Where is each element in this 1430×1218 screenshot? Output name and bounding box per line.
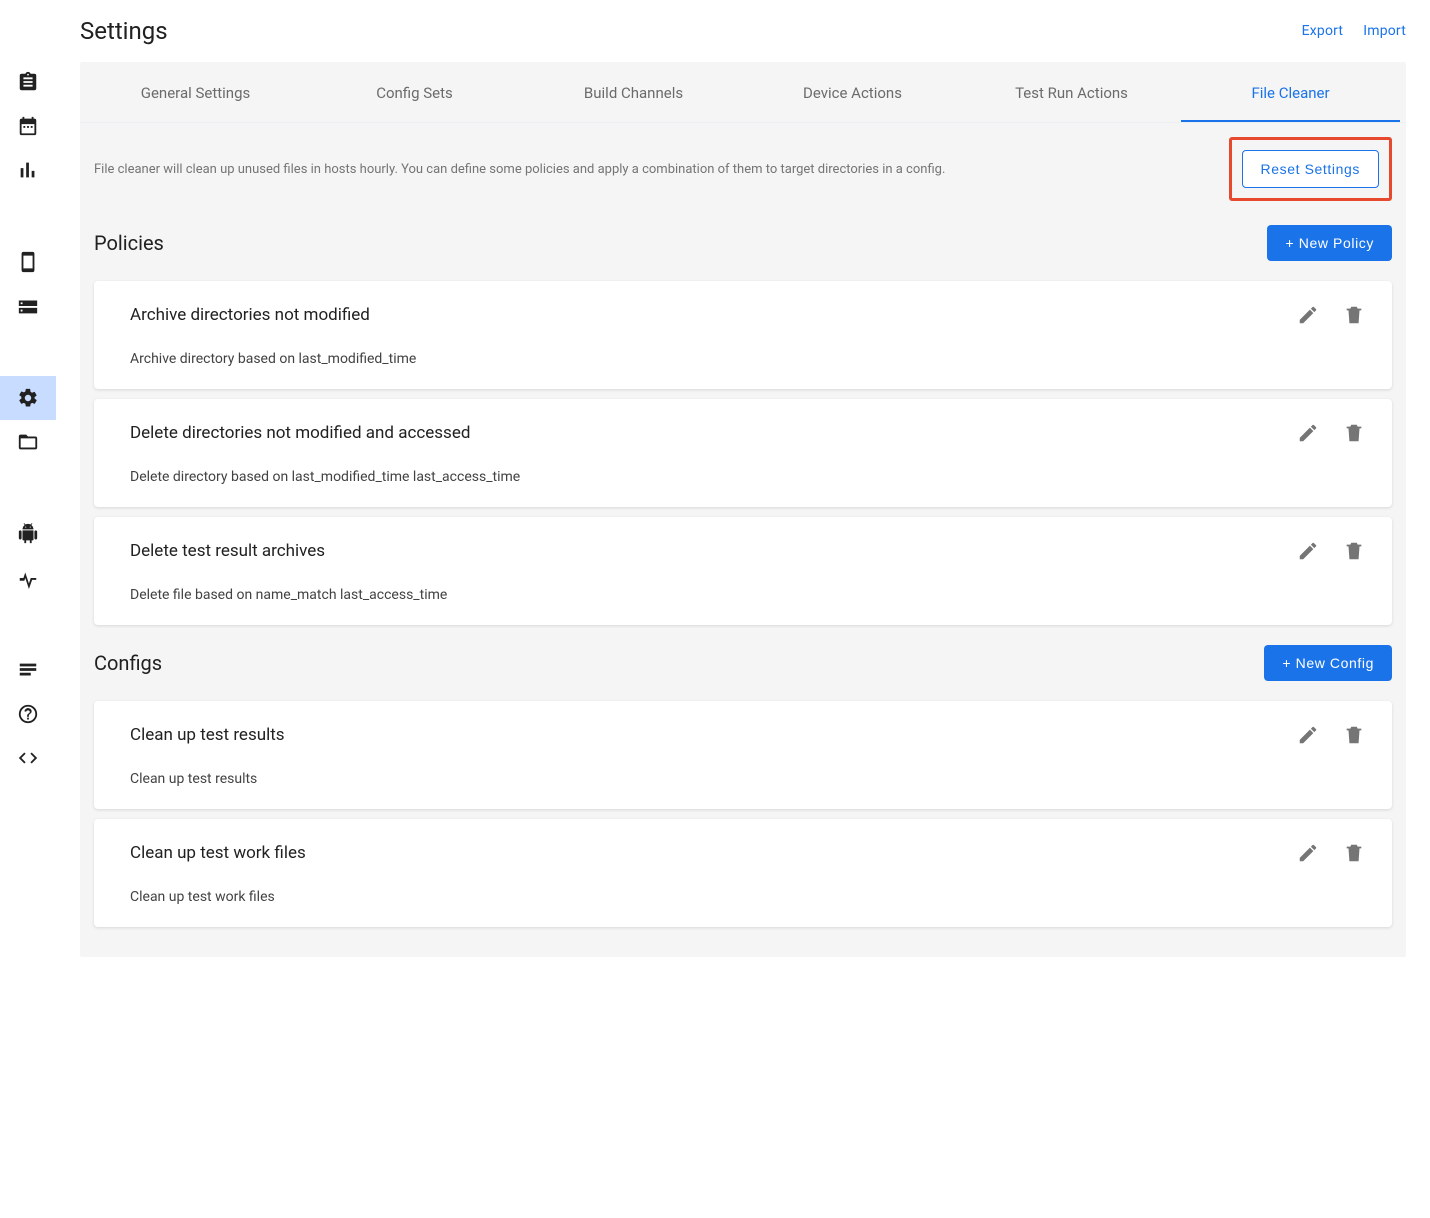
policy-card: Delete directories not modified and acce… [94,399,1392,507]
config-card: Clean up test work files Clean up test w… [94,819,1392,927]
folder-icon [17,431,39,453]
sidebar-item-phone[interactable] [0,240,56,284]
new-policy-button[interactable]: + New Policy [1267,225,1392,261]
sidebar-item-help[interactable] [0,692,56,736]
help-icon [17,703,39,725]
sidebar-item-notes[interactable] [0,648,56,692]
policy-desc: Delete file based on name_match last_acc… [130,587,1356,603]
tab-file-cleaner[interactable]: File Cleaner [1181,62,1400,122]
sidebar-spacer [0,464,56,512]
heartbeat-icon [17,567,39,589]
trash-icon [1343,304,1365,326]
tabs: General Settings Config Sets Build Chann… [80,62,1406,123]
tab-config-sets[interactable]: Config Sets [305,62,524,122]
tab-device-actions[interactable]: Device Actions [743,62,962,122]
sidebar-item-settings[interactable] [0,376,56,420]
sidebar-item-storage[interactable] [0,284,56,328]
policy-desc: Archive directory based on last_modified… [130,351,1356,367]
configs-title: Configs [94,651,1264,675]
android-icon [17,523,39,545]
content-area: General Settings Config Sets Build Chann… [80,62,1406,957]
config-title: Clean up test results [130,725,1356,745]
calendar-icon [17,115,39,137]
reset-settings-button[interactable]: Reset Settings [1242,150,1379,188]
sidebar-item-calendar[interactable] [0,104,56,148]
delete-button[interactable] [1342,539,1366,563]
policy-title: Archive directories not modified [130,305,1356,325]
sidebar-item-clipboard[interactable] [0,60,56,104]
delete-button[interactable] [1342,723,1366,747]
pencil-icon [1297,422,1319,444]
edit-button[interactable] [1296,723,1320,747]
config-card: Clean up test results Clean up test resu… [94,701,1392,809]
trash-icon [1343,842,1365,864]
import-link[interactable]: Import [1363,23,1406,39]
config-desc: Clean up test results [130,771,1356,787]
tab-build-channels[interactable]: Build Channels [524,62,743,122]
bar-chart-icon [17,159,39,181]
trash-icon [1343,422,1365,444]
page-title: Settings [80,17,168,45]
sidebar-spacer [0,600,56,648]
edit-button[interactable] [1296,841,1320,865]
config-desc: Clean up test work files [130,889,1356,905]
delete-button[interactable] [1342,841,1366,865]
policy-card: Delete test result archives Delete file … [94,517,1392,625]
policy-title: Delete test result archives [130,541,1356,561]
edit-button[interactable] [1296,539,1320,563]
sidebar-item-android[interactable] [0,512,56,556]
description: File cleaner will clean up unused files … [94,162,1229,177]
header: Settings Export Import [80,0,1406,62]
tab-general-settings[interactable]: General Settings [86,62,305,122]
policy-title: Delete directories not modified and acce… [130,423,1356,443]
policy-desc: Delete directory based on last_modified_… [130,469,1356,485]
config-title: Clean up test work files [130,843,1356,863]
edit-button[interactable] [1296,421,1320,445]
tab-test-run-actions[interactable]: Test Run Actions [962,62,1181,122]
sidebar-item-heartbeat[interactable] [0,556,56,600]
new-config-button[interactable]: + New Config [1264,645,1392,681]
delete-button[interactable] [1342,421,1366,445]
code-icon [17,747,39,769]
policies-title: Policies [94,231,1267,255]
pencil-icon [1297,540,1319,562]
policy-card: Archive directories not modified Archive… [94,281,1392,389]
sidebar-item-code[interactable] [0,736,56,780]
sidebar-item-barchart[interactable] [0,148,56,192]
pencil-icon [1297,724,1319,746]
delete-button[interactable] [1342,303,1366,327]
edit-button[interactable] [1296,303,1320,327]
gear-icon [17,387,39,409]
export-link[interactable]: Export [1302,23,1344,39]
trash-icon [1343,724,1365,746]
sidebar-item-folder[interactable] [0,420,56,464]
pencil-icon [1297,304,1319,326]
reset-highlight: Reset Settings [1229,137,1392,201]
phone-icon [17,251,39,273]
sidebar [0,0,56,1218]
storage-icon [17,295,39,317]
clipboard-icon [17,71,39,93]
sidebar-spacer [0,192,56,240]
notes-icon [17,659,39,681]
trash-icon [1343,540,1365,562]
pencil-icon [1297,842,1319,864]
sidebar-spacer [0,328,56,376]
